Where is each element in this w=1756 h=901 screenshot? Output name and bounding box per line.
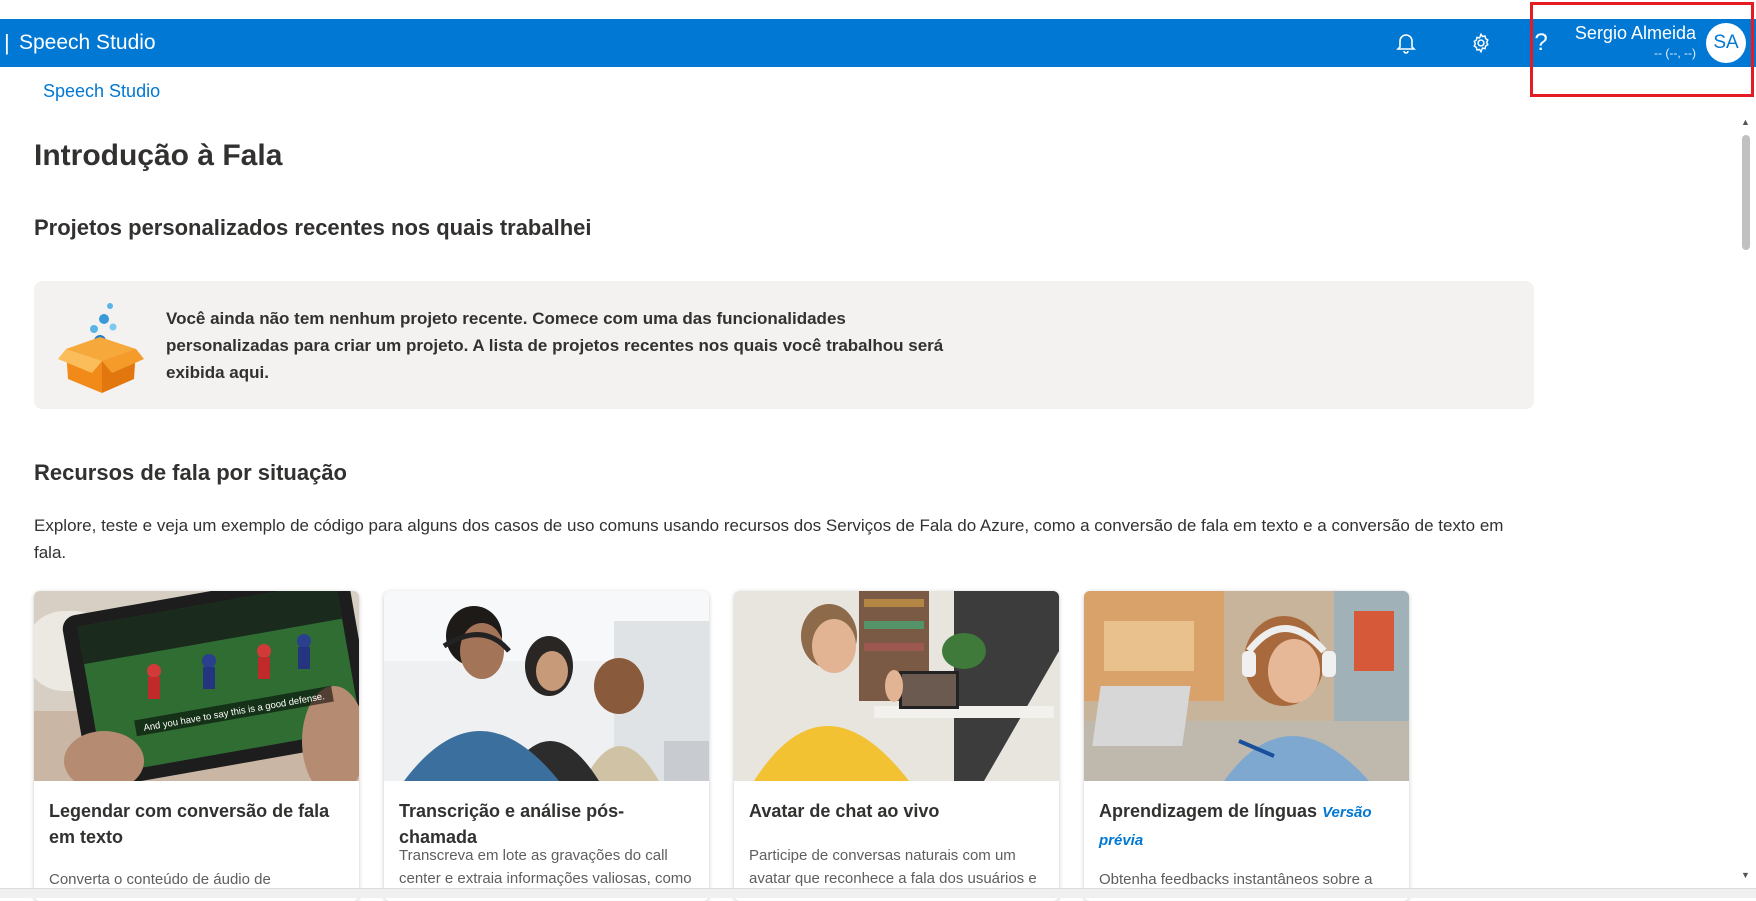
chat-avatar-image [734, 591, 1059, 781]
title-separator: | [4, 30, 10, 55]
card-title: Transcrição e análise pós-chamada [399, 801, 625, 847]
call-center-image [384, 591, 709, 781]
scenario-card-live-chat-avatar[interactable]: Avatar de chat ao vivo Participe de conv… [734, 591, 1059, 901]
card-description: Participe de conversas naturais com um a… [749, 847, 1037, 887]
scenario-card-call-analytics[interactable]: Transcrição e análise pós-chamada Transc… [384, 591, 709, 901]
scrollbar-thumb[interactable] [1742, 135, 1750, 250]
card-title: Avatar de chat ao vivo [749, 801, 940, 821]
scenario-card-language-learning[interactable]: Aprendizagem de línguas Versão prévia Ob… [1084, 591, 1409, 901]
language-learning-image [1084, 591, 1409, 781]
card-title: Legendar com conversão de fala em texto [49, 801, 330, 847]
app-title[interactable]: Speech Studio [19, 32, 156, 54]
recent-projects-heading: Projetos personalizados recentes nos qua… [34, 215, 592, 240]
card-title: Aprendizagem de línguas Versão prévia [1099, 798, 1394, 854]
highlight-annotation [1530, 2, 1754, 97]
scroll-down-arrow-icon[interactable]: ▼ [1741, 870, 1750, 880]
gear-icon[interactable] [1467, 29, 1495, 57]
vertical-scrollbar[interactable]: ▲ ▼ [1736, 115, 1756, 885]
breadcrumb[interactable]: Speech Studio [43, 81, 160, 102]
scroll-up-arrow-icon[interactable]: ▲ [1741, 117, 1750, 127]
scenario-card-captioning[interactable]: And you have to say this is a good defen… [34, 591, 359, 901]
card-description: Transcreva em lote as gravações do call … [399, 847, 692, 887]
top-app-bar: | Speech Studio ? Sergio Almeida -- (--,… [0, 19, 1756, 67]
captioning-image: And you have to say this is a good defen… [34, 591, 359, 781]
page-title: Introdução à Fala [34, 139, 283, 172]
scenarios-heading: Recursos de fala por situação [34, 460, 347, 485]
empty-projects-message: Você ainda não tem nenhum projeto recent… [166, 309, 944, 382]
empty-box-icon [58, 297, 144, 402]
card-title-text: Aprendizagem de línguas [1099, 801, 1318, 821]
empty-projects-panel: Você ainda não tem nenhum projeto recent… [34, 281, 1534, 409]
scenarios-intro: Explore, teste e veja um exemplo de códi… [34, 516, 1504, 562]
bell-icon[interactable] [1392, 29, 1420, 57]
